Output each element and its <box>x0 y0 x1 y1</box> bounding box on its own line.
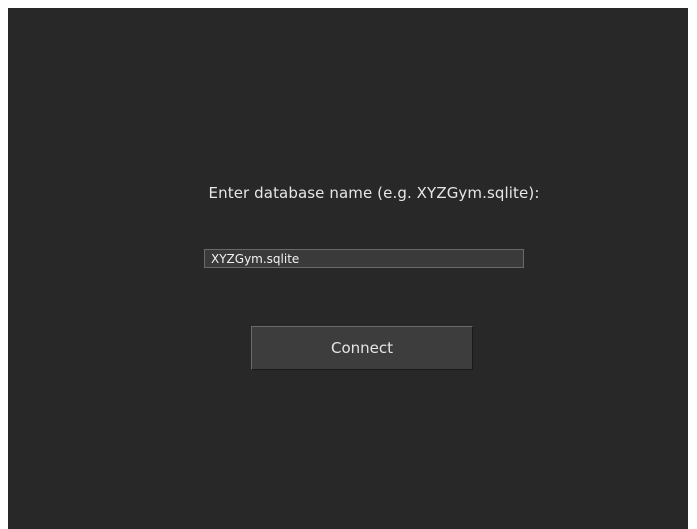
database-name-input[interactable] <box>204 249 524 268</box>
app-window: Enter database name (e.g. XYZGym.sqlite)… <box>8 8 688 529</box>
database-name-prompt: Enter database name (e.g. XYZGym.sqlite)… <box>208 184 540 202</box>
connect-button[interactable]: Connect <box>251 326 473 370</box>
